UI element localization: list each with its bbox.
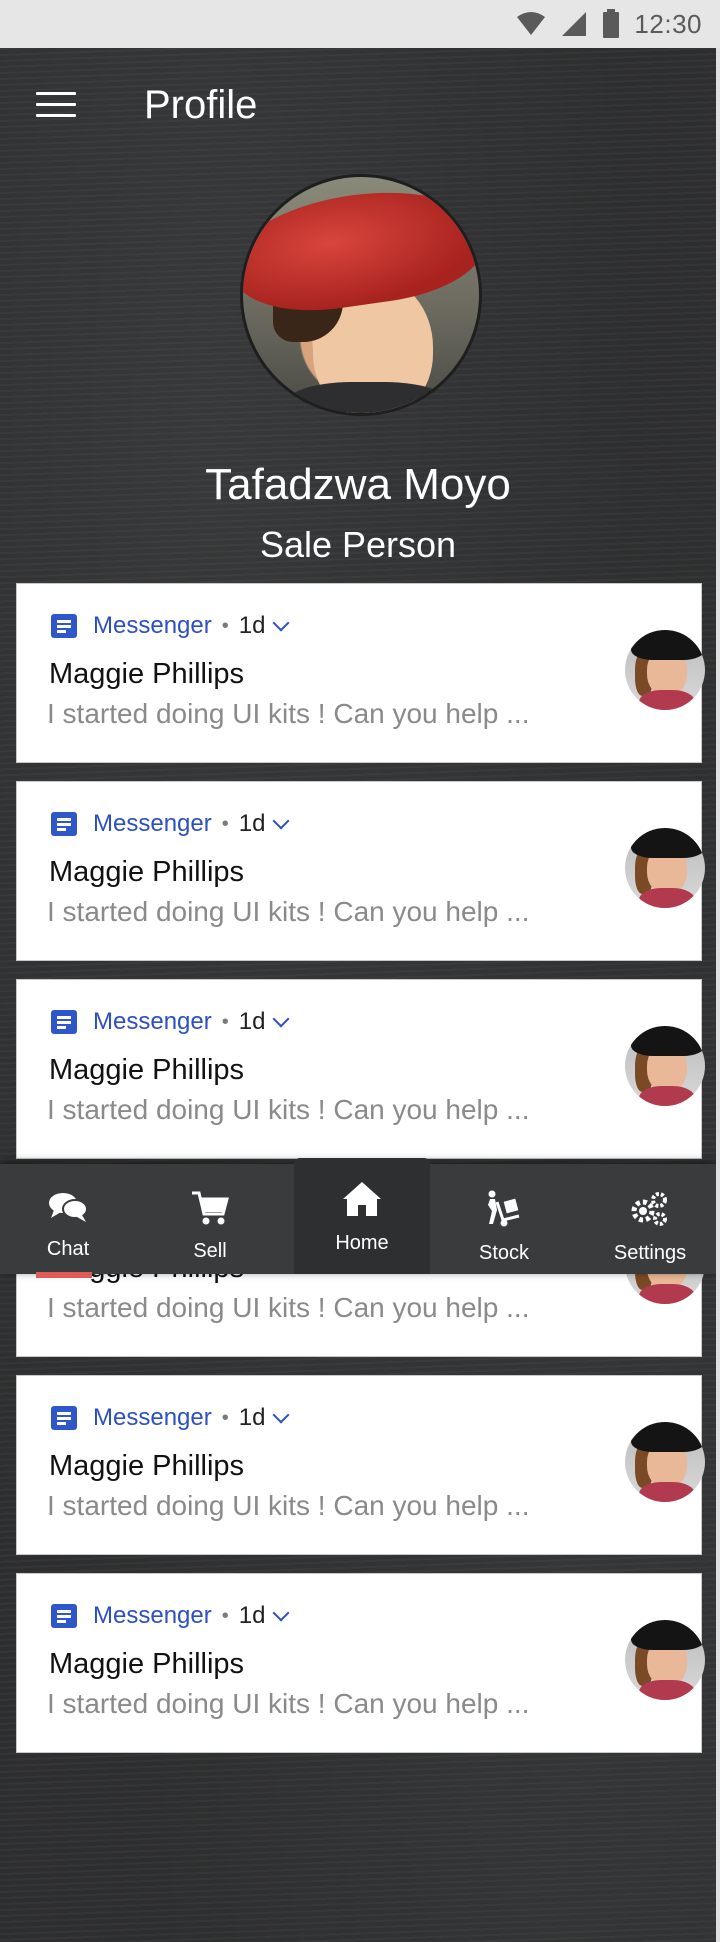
messenger-icon bbox=[51, 1010, 77, 1034]
notification-card[interactable]: Messenger • 1d Maggie Phillips I started doi… bbox=[16, 583, 705, 763]
page-title: Profile bbox=[144, 83, 258, 127]
separator-dot: • bbox=[221, 1406, 229, 1429]
card-preview: I started doing UI kits ! Can you help .… bbox=[47, 1094, 530, 1125]
profile-role: Sale Person bbox=[259, 524, 457, 565]
chat-icon bbox=[0, 1190, 136, 1232]
nav-label-settings: Settings bbox=[613, 1242, 687, 1264]
wifi-icon bbox=[517, 12, 546, 35]
chevron-down-icon[interactable] bbox=[272, 1604, 290, 1622]
card-age: 1d bbox=[238, 810, 266, 837]
chevron-down-icon[interactable] bbox=[272, 1010, 290, 1028]
card-sender: Maggie Phillips bbox=[49, 1450, 245, 1482]
sender-avatar bbox=[625, 828, 705, 908]
screen-edge bbox=[716, 48, 720, 1942]
card-preview: I started doing UI kits ! Can you help .… bbox=[47, 1490, 530, 1521]
chevron-down-icon[interactable] bbox=[272, 614, 290, 632]
nav-label-home: Home bbox=[335, 1232, 389, 1254]
card-preview: I started doing UI kits ! Can you help .… bbox=[47, 1292, 530, 1323]
app-screen: Profile Tafadzwa Moyo Sale Person Messen… bbox=[0, 48, 716, 1942]
card-sender: Maggie Phillips bbox=[49, 1648, 245, 1680]
messenger-icon bbox=[51, 614, 77, 638]
bottom-nav: Chat Sell Home Stock Settings bbox=[0, 1158, 716, 1274]
notification-card[interactable]: Messenger • 1d Maggie Phillips I started doi… bbox=[16, 1573, 705, 1753]
card-age: 1d bbox=[238, 1008, 266, 1035]
battery-icon bbox=[603, 9, 620, 38]
chevron-down-icon[interactable] bbox=[272, 812, 290, 830]
separator-dot: • bbox=[221, 1010, 229, 1033]
card-sender: Maggie Phillips bbox=[49, 856, 245, 888]
profile-avatar[interactable] bbox=[240, 174, 482, 416]
card-header: Messenger • 1d bbox=[51, 1008, 290, 1036]
card-header: Messenger • 1d bbox=[51, 1404, 290, 1432]
card-source: Messenger bbox=[93, 1404, 212, 1431]
messenger-icon bbox=[51, 1406, 77, 1430]
nav-item-stock[interactable]: Stock bbox=[436, 1164, 572, 1274]
nav-active-indicator bbox=[36, 1272, 92, 1278]
card-source: Messenger bbox=[93, 810, 212, 837]
notification-card[interactable]: Messenger • 1d Maggie Phillips I started doi… bbox=[16, 1375, 705, 1555]
profile-name: Tafadzwa Moyo bbox=[205, 460, 511, 509]
sender-avatar bbox=[625, 1026, 705, 1106]
card-source: Messenger bbox=[93, 1008, 212, 1035]
status-bar: 12:30 bbox=[0, 0, 720, 48]
nav-item-sell[interactable]: Sell bbox=[142, 1164, 278, 1274]
card-header: Messenger • 1d bbox=[51, 810, 290, 838]
nav-item-home[interactable]: Home bbox=[294, 1158, 430, 1274]
card-age: 1d bbox=[238, 1602, 266, 1629]
status-time: 12:30 bbox=[634, 8, 702, 39]
messenger-icon bbox=[51, 812, 77, 836]
hamburger-icon[interactable] bbox=[36, 92, 76, 120]
home-icon bbox=[294, 1180, 430, 1226]
hand-truck-icon bbox=[436, 1190, 572, 1236]
sender-avatar bbox=[625, 1620, 705, 1700]
card-preview: I started doing UI kits ! Can you help .… bbox=[47, 896, 530, 927]
separator-dot: • bbox=[221, 614, 229, 637]
nav-item-settings[interactable]: Settings bbox=[582, 1164, 716, 1274]
card-sender: Maggie Phillips bbox=[49, 1054, 245, 1086]
gears-icon bbox=[582, 1190, 716, 1236]
sender-avatar bbox=[625, 1422, 705, 1502]
chevron-down-icon[interactable] bbox=[272, 1406, 290, 1424]
card-age: 1d bbox=[238, 612, 266, 639]
sender-avatar bbox=[625, 630, 705, 710]
nav-label-stock: Stock bbox=[478, 1242, 530, 1264]
card-preview: I started doing UI kits ! Can you help .… bbox=[47, 1688, 530, 1719]
card-header: Messenger • 1d bbox=[51, 612, 290, 640]
card-header: Messenger • 1d bbox=[51, 1602, 290, 1630]
messenger-icon bbox=[51, 1604, 77, 1628]
cart-icon bbox=[142, 1190, 278, 1234]
notification-card[interactable]: Messenger • 1d Maggie Phillips I started doi… bbox=[16, 979, 705, 1159]
separator-dot: • bbox=[221, 1604, 229, 1627]
separator-dot: • bbox=[221, 812, 229, 835]
toolbar: Profile bbox=[0, 48, 716, 158]
card-preview: I started doing UI kits ! Can you help .… bbox=[47, 698, 530, 729]
card-source: Messenger bbox=[93, 1602, 212, 1629]
signal-icon bbox=[562, 12, 587, 36]
card-age: 1d bbox=[238, 1404, 266, 1431]
nav-item-chat[interactable]: Chat bbox=[0, 1164, 136, 1274]
notification-card[interactable]: Messenger • 1d Maggie Phillips I started doi… bbox=[16, 781, 705, 961]
nav-label-sell: Sell bbox=[193, 1240, 227, 1262]
card-sender: Maggie Phillips bbox=[49, 658, 245, 690]
nav-label-chat: Chat bbox=[46, 1238, 90, 1260]
card-source: Messenger bbox=[93, 612, 212, 639]
